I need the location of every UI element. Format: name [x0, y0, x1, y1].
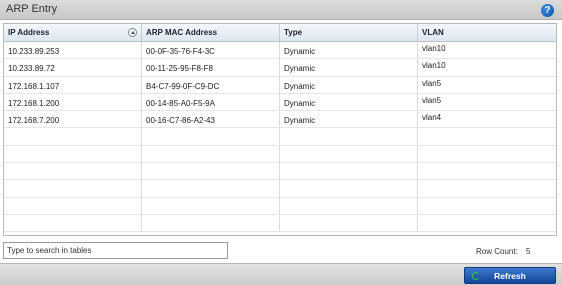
table-cell: vlan10 — [422, 44, 446, 53]
table-row[interactable]: 10.233.89.253 00-0F-35-76-F4-3C Dynamic vla… — [4, 42, 556, 60]
arp-table: IP Address ARP MAC Address Type VLAN 10.… — [3, 23, 557, 236]
table-cell — [4, 197, 142, 214]
table-cell — [280, 128, 418, 145]
column-header-label: VLAN — [422, 28, 444, 37]
table-cell: vlan5 — [422, 78, 442, 88]
table-cell: Dynamic — [280, 111, 418, 128]
table-cell — [142, 163, 280, 180]
empty-table-row — [4, 214, 556, 233]
refresh-icon — [472, 272, 480, 280]
table-cell — [280, 214, 418, 232]
empty-table-row — [4, 197, 556, 215]
table-cell: Dynamic — [280, 76, 418, 93]
help-icon[interactable]: ? — [541, 4, 554, 17]
table-cell — [4, 180, 142, 197]
table-cell: 00-11-25-95-F8-F8 — [142, 59, 280, 76]
table-cell — [418, 146, 556, 162]
empty-table-row — [4, 163, 556, 181]
table-cell — [418, 128, 556, 144]
empty-table-row — [4, 180, 556, 198]
table-cell — [4, 128, 142, 145]
table-body: 10.233.89.253 00-0F-35-76-F4-3C Dynamic vla… — [4, 42, 556, 233]
table-cell — [142, 180, 280, 197]
table-header: IP Address ARP MAC Address Type VLAN — [4, 24, 556, 42]
table-cell: vlan4 — [422, 113, 442, 123]
column-header-label: Type — [284, 28, 303, 37]
column-header-vlan[interactable]: VLAN — [418, 24, 556, 41]
table-cell: 00-14-85-A0-F5-9A — [142, 93, 280, 111]
table-cell — [280, 197, 418, 214]
table-cell: vlan10 — [422, 61, 446, 71]
table-cell: vlan5 — [422, 95, 442, 105]
refresh-label: Refresh — [494, 270, 526, 281]
table-cell — [4, 214, 142, 232]
footer-bar: Refresh — [0, 263, 562, 285]
empty-table-row — [4, 145, 556, 164]
table-cell — [418, 163, 556, 179]
table-cell — [4, 145, 142, 163]
table-cell — [418, 180, 556, 196]
column-header-ip-address[interactable]: IP Address — [4, 24, 142, 41]
panel-title: ARP Entry — [6, 3, 58, 15]
column-header-label: ARP MAC Address — [146, 28, 218, 37]
panel-header: ARP Entry ? — [0, 0, 562, 20]
table-cell — [142, 214, 280, 232]
row-count-value: 5 — [526, 247, 531, 256]
table-cell: 172.168.1.107 — [4, 76, 142, 93]
table-cell: Dynamic — [280, 59, 418, 76]
column-header-type[interactable]: Type — [280, 24, 418, 41]
table-cell — [418, 215, 556, 231]
table-row[interactable]: 172.168.1.200 00-14-85-A0-F5-9A Dynamic vla… — [4, 93, 556, 112]
refresh-button[interactable]: Refresh — [464, 267, 556, 284]
table-cell — [418, 198, 556, 214]
table-row[interactable]: 10.233.89.72 00-11-25-95-F8-F8 Dynamic vlan… — [4, 59, 556, 77]
table-cell — [280, 145, 418, 163]
table-cell — [142, 197, 280, 214]
table-cell — [4, 163, 142, 180]
search-input[interactable] — [3, 242, 228, 259]
table-cell: 172.168.1.200 — [4, 93, 142, 111]
table-cell — [280, 180, 418, 197]
empty-table-row — [4, 128, 556, 146]
table-cell: Dynamic — [280, 93, 418, 111]
table-cell: Dynamic — [280, 42, 418, 59]
table-cell — [280, 163, 418, 180]
table-cell: 10.233.89.253 — [4, 42, 142, 59]
sort-ascending-icon[interactable] — [128, 28, 137, 37]
table-row[interactable]: 172.168.1.107 B4-C7-99-0F-C9-DC Dynamic vla… — [4, 76, 556, 94]
table-cell — [142, 128, 280, 145]
column-header-label: IP Address — [8, 28, 50, 37]
table-cell: 00-0F-35-76-F4-3C — [142, 42, 280, 59]
table-cell: B4-C7-99-0F-C9-DC — [142, 76, 280, 93]
row-count-label: Row Count: — [476, 247, 518, 256]
table-cell: 172.168.7.200 — [4, 111, 142, 128]
table-cell: 00-16-C7-86-A2-43 — [142, 111, 280, 128]
table-row[interactable]: 172.168.7.200 00-16-C7-86-A2-43 Dynamic vla… — [4, 111, 556, 129]
column-header-mac-address[interactable]: ARP MAC Address — [142, 24, 280, 41]
table-cell — [142, 145, 280, 163]
table-cell: 10.233.89.72 — [4, 59, 142, 76]
